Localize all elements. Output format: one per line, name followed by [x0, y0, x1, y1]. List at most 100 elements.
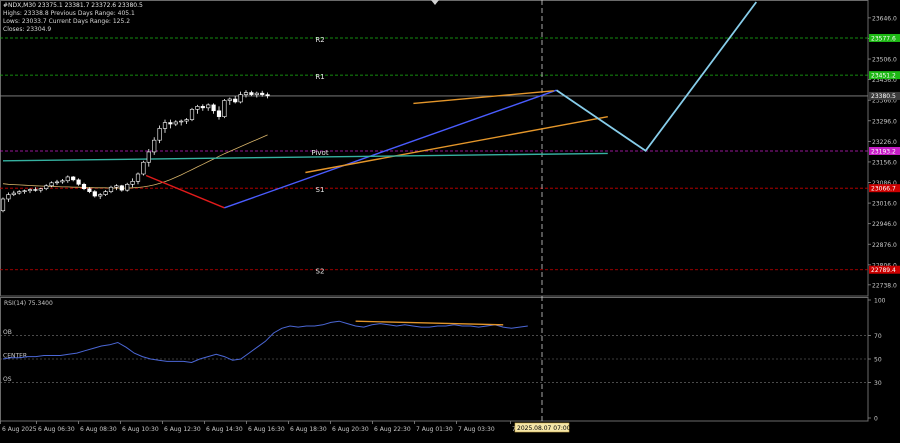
price-axis-label: 23296.0 [872, 118, 897, 125]
time-axis-label: 6 Aug 14:30 [206, 426, 243, 433]
price-axis-label: 23156.0 [872, 159, 897, 166]
chart-root: R2R1PivotS1S223646.023576.023506.023436.… [0, 0, 900, 439]
candle [222, 99, 227, 119]
candle-body [92, 191, 97, 197]
candle-body [135, 173, 141, 182]
rsi-axis-label: 30 [874, 380, 882, 387]
price-tag-label: 23066.7 [871, 185, 896, 192]
candle-body [189, 109, 195, 120]
candle-body [173, 121, 178, 125]
candle-body [65, 176, 70, 182]
candle-body [60, 180, 65, 183]
candle [200, 104, 205, 111]
candle-body [233, 98, 238, 103]
candle [60, 178, 65, 184]
candle-body [114, 185, 119, 188]
candle-body [119, 185, 124, 191]
candle [211, 103, 216, 114]
candle [114, 184, 119, 191]
price-axis-label: 23016.0 [872, 201, 897, 208]
candle-body [162, 122, 168, 129]
symbol-info-box: #NDX,M30 23375.1 23381.7 23372.6 23380.5… [3, 2, 143, 34]
candle-body [222, 100, 227, 117]
candle-body [103, 191, 108, 195]
candle [254, 91, 259, 98]
candle-body [243, 92, 249, 95]
candle-body [76, 179, 81, 185]
time-axis-label: 6 Aug 22:30 [374, 426, 411, 433]
price-tag-label: 22789.4 [871, 267, 896, 274]
candle-body [130, 181, 135, 185]
time-axis-label: 6 Aug 20:30 [332, 426, 369, 433]
candle [6, 192, 11, 202]
candle [168, 119, 173, 129]
candle [98, 193, 103, 199]
candle-body [216, 110, 222, 117]
candle-body [38, 188, 43, 191]
candle [103, 190, 108, 197]
time-axis-label: 6 Aug 12:30 [164, 426, 201, 433]
candle [27, 188, 33, 194]
candle-body [81, 183, 87, 189]
rsi-level-label-ob: OB [3, 329, 12, 336]
candle [108, 185, 114, 194]
candle [125, 182, 130, 192]
lows-row: Lows: 23033.7 Current Days Range: 125.2 [3, 18, 131, 25]
rsi-axis-label: 50 [874, 357, 882, 364]
rsi-axis-label: 100 [874, 298, 886, 305]
candle-body [71, 176, 76, 181]
price-tag-label: 23577.6 [871, 35, 896, 42]
time-axis-label: 6 Aug 10:30 [122, 426, 159, 433]
candle-body [22, 190, 27, 192]
candle-body [125, 183, 130, 191]
candle-body [54, 181, 60, 184]
candle-body [206, 104, 211, 109]
price-tag-label: 23380.5 [871, 93, 896, 100]
candle-body [184, 119, 189, 122]
candle-body [49, 182, 54, 187]
candle [189, 107, 195, 122]
candle-body [211, 104, 216, 112]
rsi-line [2, 320, 528, 364]
candle [92, 190, 97, 198]
candle-body [179, 120, 184, 123]
candle [216, 106, 222, 120]
level-label-r2: R2 [315, 36, 324, 44]
candle [227, 97, 232, 105]
candle [130, 178, 135, 188]
candle [11, 190, 16, 197]
candle [22, 189, 27, 194]
candle-body [227, 98, 232, 101]
candle-body [141, 161, 146, 175]
rsi-axis-label: 70 [874, 333, 882, 340]
candle [71, 176, 76, 182]
time-axis-label: 7 Aug 01:30 [416, 426, 453, 433]
candle [65, 175, 70, 183]
candle-body [87, 188, 92, 192]
trend-line-1 [145, 174, 225, 209]
rsi-title: RSI(14) 75.3400 [4, 300, 53, 307]
candle-body [6, 194, 11, 200]
level-label-s2: S2 [316, 268, 325, 276]
candle [76, 178, 81, 186]
price-axis-label: 22946.0 [872, 221, 897, 228]
candle-body [146, 151, 151, 163]
candle-body [195, 106, 200, 110]
candle [146, 149, 151, 167]
closes-row: Closes: 23304.9 [3, 26, 52, 33]
time-axis-label: 7 Aug 03:30 [458, 426, 495, 433]
candle [119, 184, 124, 192]
chart-svg[interactable]: R2R1PivotS1S223646.023576.023506.023436.… [0, 0, 900, 439]
candle [157, 125, 162, 144]
candle [54, 179, 60, 185]
symbol-line: #NDX,M30 23375.1 23381.7 23372.6 23380.5 [3, 2, 143, 9]
price-axis-label: 22738.0 [872, 282, 897, 289]
candle [265, 92, 270, 99]
candle-body [0, 198, 6, 212]
candle [233, 96, 238, 104]
candle-body [11, 192, 16, 195]
time-axis-label: 6 Aug 06:30 [38, 426, 75, 433]
chart-shift-arrow-icon[interactable] [431, 0, 439, 5]
candle [238, 91, 243, 104]
candle [206, 103, 211, 111]
